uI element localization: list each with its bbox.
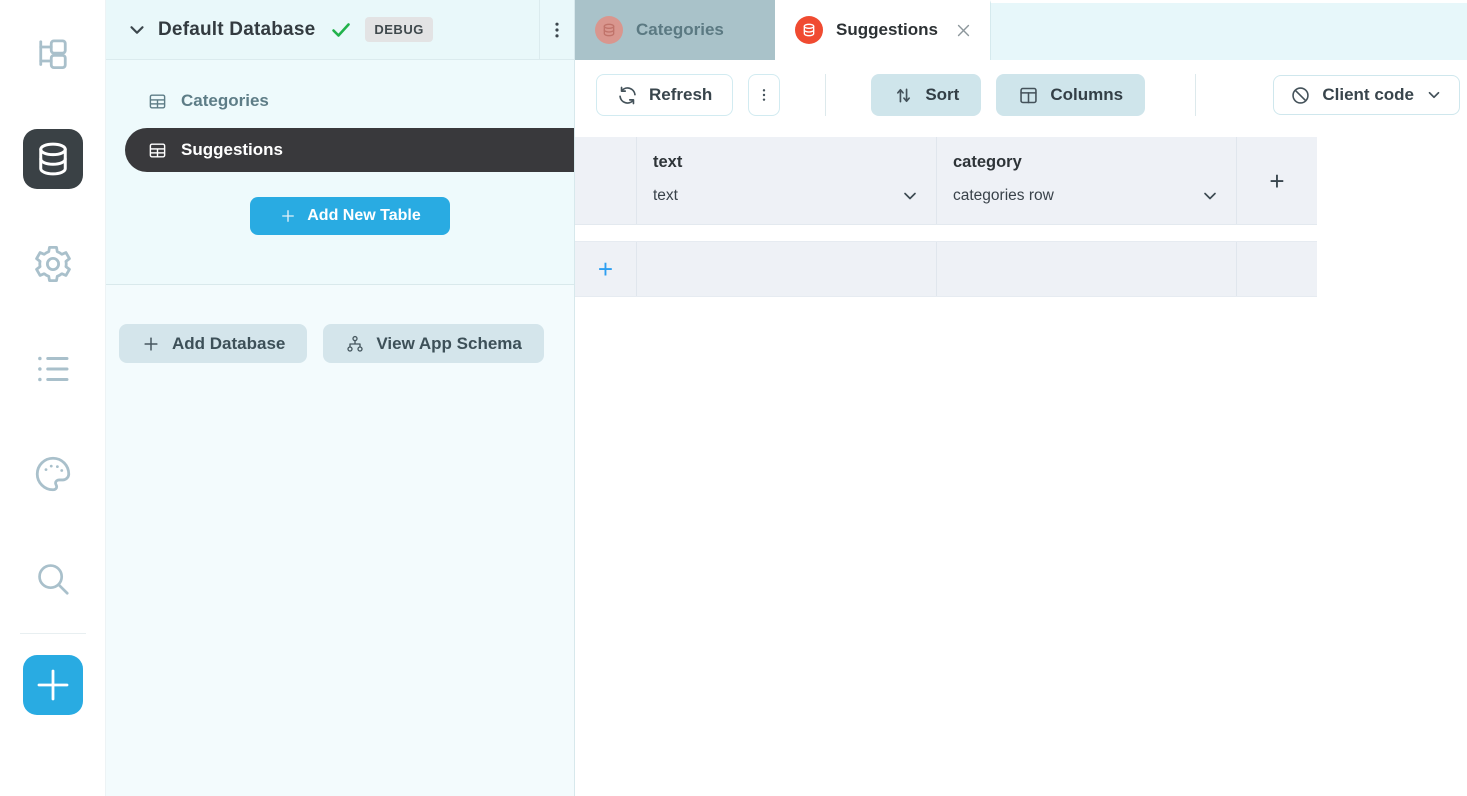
plus-icon <box>141 334 161 354</box>
main-content: Categories Suggestions Refresh <box>575 0 1467 796</box>
add-row-plus-icon[interactable]: + <box>598 256 613 282</box>
row-handle-header-cell <box>575 137 637 224</box>
column-name: text <box>653 153 920 172</box>
add-new-table-button[interactable]: Add New Table <box>250 197 450 235</box>
refresh-label: Refresh <box>649 85 712 105</box>
data-grid: text text category categories row + + <box>575 137 1317 297</box>
tab-label: Suggestions <box>836 20 938 40</box>
database-panel-header: Default Database DEBUG <box>106 0 574 60</box>
view-app-schema-label: View App Schema <box>376 334 522 354</box>
sort-arrows-icon <box>893 85 914 106</box>
table-item-label: Suggestions <box>181 140 283 160</box>
icon-rail <box>0 0 106 796</box>
list-icon[interactable] <box>23 339 83 399</box>
chevron-down-icon <box>1200 186 1220 206</box>
chevron-down-icon <box>1425 86 1443 104</box>
view-app-schema-button[interactable]: View App Schema <box>323 324 544 363</box>
empty-cell[interactable] <box>937 242 1237 296</box>
refresh-icon <box>617 85 638 106</box>
add-row: + <box>575 241 1317 297</box>
add-new-table-label: Add New Table <box>307 207 421 225</box>
column-type-dropdown[interactable]: text <box>653 186 920 206</box>
table-item-categories[interactable]: Categories <box>148 87 574 115</box>
add-column-cell[interactable]: + <box>1237 137 1317 224</box>
debug-badge: DEBUG <box>365 17 432 42</box>
columns-icon <box>1018 85 1039 106</box>
add-row-cell[interactable]: + <box>575 242 637 296</box>
ban-icon <box>1290 85 1311 106</box>
database-panel: Default Database DEBUG Categories Sugges… <box>106 0 575 796</box>
client-code-label: Client code <box>1322 85 1414 105</box>
plus-icon[interactable] <box>23 655 83 715</box>
column-type-dropdown[interactable]: categories row <box>953 186 1220 206</box>
palette-icon[interactable] <box>23 444 83 504</box>
close-icon[interactable] <box>955 19 972 41</box>
grid-toolbar: Refresh Sort Columns Client code <box>575 60 1467 130</box>
toolbar-divider <box>825 74 826 116</box>
add-database-label: Add Database <box>172 334 285 354</box>
tab-label: Categories <box>636 20 724 40</box>
tab-categories[interactable]: Categories <box>575 0 775 60</box>
chevron-down-icon <box>900 186 920 206</box>
sort-button[interactable]: Sort <box>871 74 981 116</box>
rail-divider <box>20 633 86 634</box>
table-icon <box>148 92 167 111</box>
add-column-plus-icon[interactable]: + <box>1269 168 1284 194</box>
column-type-label: categories row <box>953 187 1054 205</box>
toolbar-kebab-menu-icon[interactable] <box>748 74 780 116</box>
table-database-icon <box>795 16 823 44</box>
refresh-button[interactable]: Refresh <box>596 74 733 116</box>
empty-cell <box>1237 242 1317 296</box>
tab-suggestions[interactable]: Suggestions <box>775 0 990 60</box>
client-code-dropdown[interactable]: Client code <box>1273 75 1460 115</box>
grid-header-row: text text category categories row + <box>575 137 1317 225</box>
column-header-category[interactable]: category categories row <box>937 137 1237 224</box>
gear-icon[interactable] <box>23 234 83 294</box>
toolbar-divider <box>1195 74 1196 116</box>
sort-label: Sort <box>925 85 959 105</box>
tab-bar: Categories Suggestions <box>575 0 1467 60</box>
column-name: category <box>953 153 1220 172</box>
table-item-suggestions[interactable]: Suggestions <box>125 128 574 172</box>
table-database-icon <box>595 16 623 44</box>
kebab-menu-icon[interactable] <box>540 0 574 60</box>
empty-cell[interactable] <box>637 242 937 296</box>
table-icon <box>148 141 167 160</box>
panel-footer: Add Database View App Schema <box>106 285 574 796</box>
columns-button[interactable]: Columns <box>996 74 1145 116</box>
database-icon[interactable] <box>23 129 83 189</box>
collapse-chevron-icon[interactable] <box>122 15 152 45</box>
tables-list: Categories Suggestions Add New Table <box>106 60 574 285</box>
schema-icon <box>345 334 365 354</box>
search-icon[interactable] <box>23 549 83 609</box>
check-icon <box>329 18 353 42</box>
columns-label: Columns <box>1050 85 1123 105</box>
database-title: Default Database <box>158 19 315 41</box>
add-database-button[interactable]: Add Database <box>119 324 307 363</box>
column-header-text[interactable]: text text <box>637 137 937 224</box>
column-type-label: text <box>653 187 678 205</box>
table-item-label: Categories <box>181 91 269 111</box>
tree-icon[interactable] <box>23 24 83 84</box>
tab-bar-empty-area <box>990 0 1467 60</box>
plus-icon <box>279 207 297 225</box>
